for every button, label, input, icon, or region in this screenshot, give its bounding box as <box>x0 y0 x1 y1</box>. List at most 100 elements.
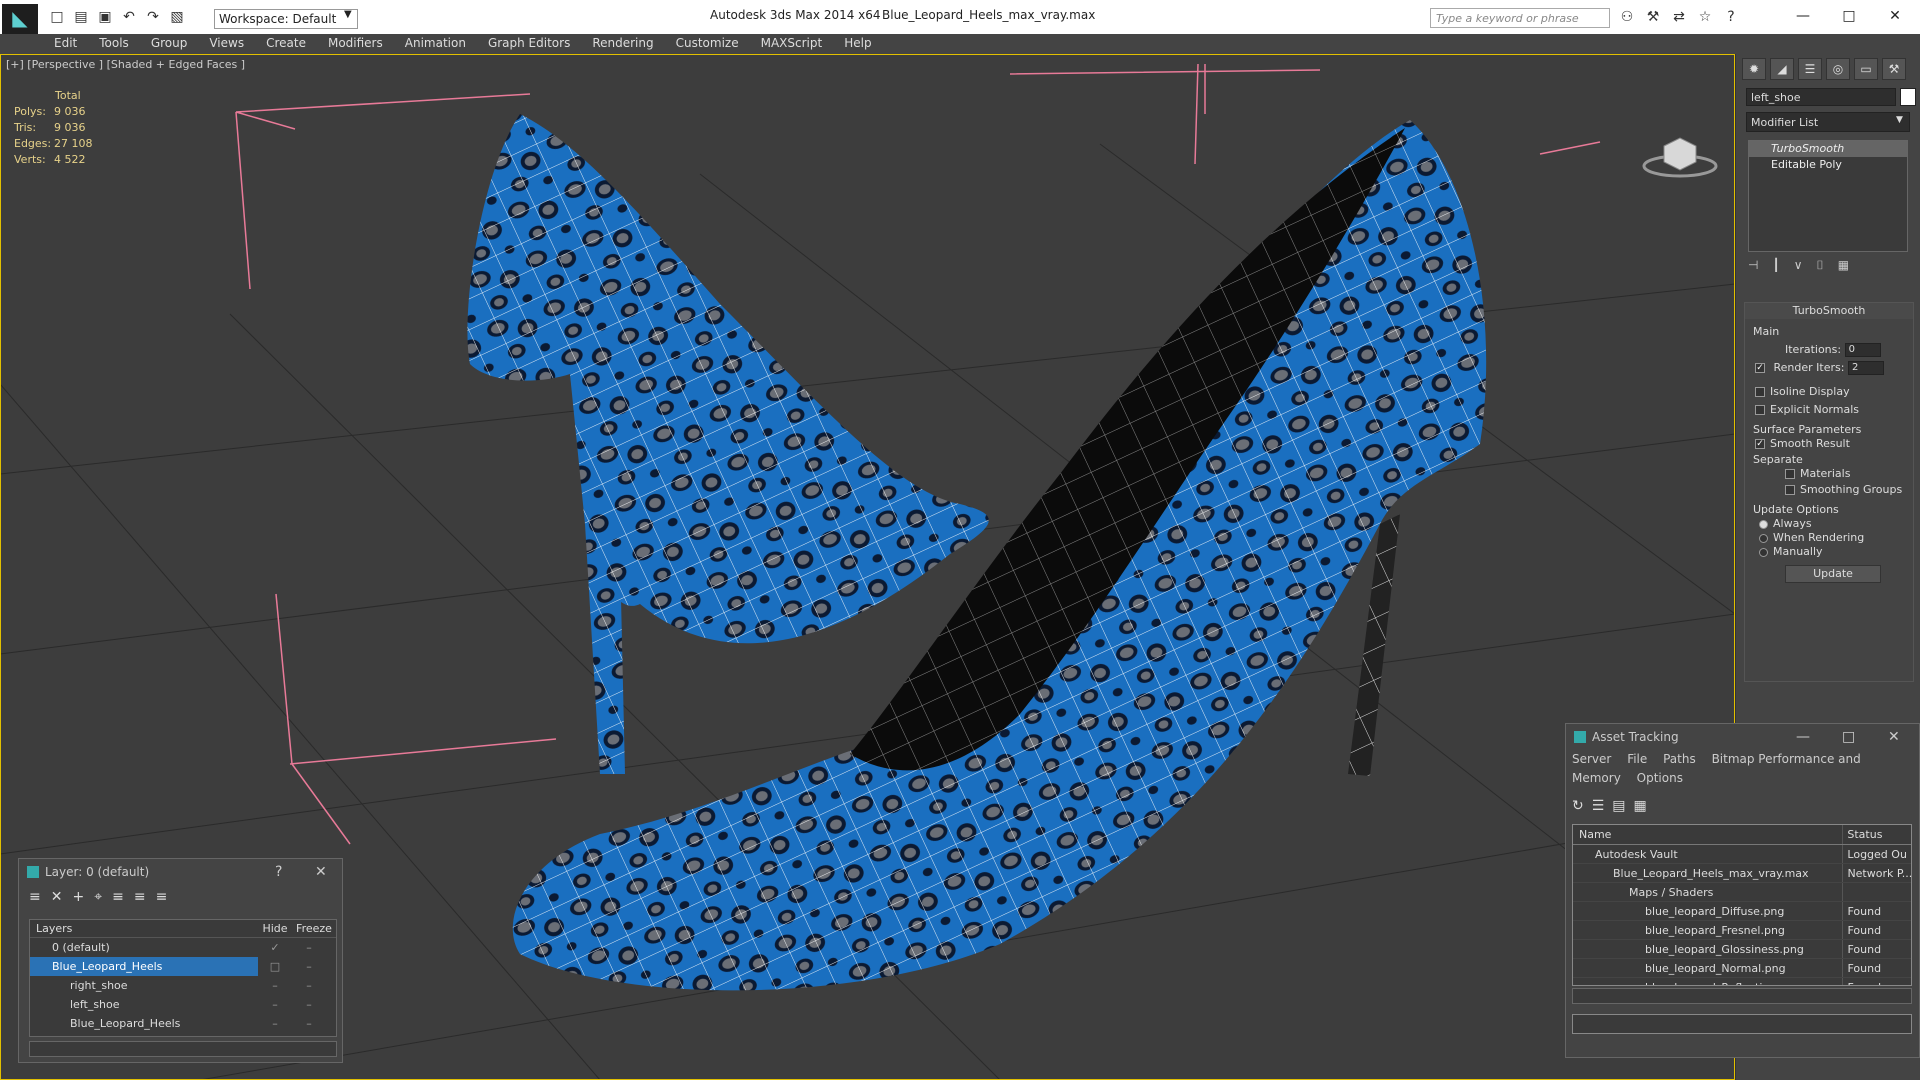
explicit-normals-checkbox[interactable] <box>1755 405 1765 415</box>
layer-row[interactable]: Blue_Leopard_Heels □ – <box>30 957 336 976</box>
asset-row[interactable]: blue_leopard_Normal.png Found <box>1573 959 1911 978</box>
motion-tab-icon[interactable]: ◎ <box>1826 58 1850 80</box>
make-unique-icon[interactable]: ∨ <box>1794 258 1803 273</box>
select-objects-icon[interactable]: ⌖ <box>94 889 102 907</box>
col-hide[interactable]: Hide <box>258 920 292 937</box>
rollout-title[interactable]: TurboSmooth <box>1745 303 1913 319</box>
new-file-icon[interactable]: □ <box>48 8 66 26</box>
hide-toggle-icon[interactable]: – <box>258 976 292 995</box>
viewport-label[interactable]: [+] [Perspective ] [Shaded + Edged Faces… <box>6 58 245 71</box>
add-to-layer-icon[interactable]: + <box>72 889 84 907</box>
menu-customize[interactable]: Customize <box>676 34 739 54</box>
workspace-dropdown[interactable]: Workspace: Default <box>214 9 358 29</box>
menu-group[interactable]: Group <box>151 34 188 54</box>
isoline-checkbox[interactable] <box>1755 387 1765 397</box>
layer-row[interactable]: right_shoe – – <box>30 976 336 995</box>
table-view-icon[interactable]: ▦ <box>1634 798 1647 814</box>
hide-toggle-icon[interactable]: – <box>258 1014 292 1033</box>
hierarchy-tab-icon[interactable]: ☰ <box>1798 58 1822 80</box>
chevron-down-icon[interactable]: ▼ <box>344 9 352 20</box>
close-icon[interactable]: ✕ <box>1888 724 1900 750</box>
hide-toggle-icon[interactable]: – <box>258 995 292 1014</box>
freeze-toggle-icon[interactable]: – <box>292 957 326 976</box>
asset-menu-options[interactable]: Options <box>1637 771 1683 785</box>
menu-help[interactable]: Help <box>844 34 871 54</box>
chevron-down-icon[interactable]: ▼ <box>1896 115 1903 125</box>
maximize-icon[interactable]: □ <box>1826 4 1872 28</box>
menu-maxscript[interactable]: MAXScript <box>761 34 823 54</box>
open-file-icon[interactable]: ▤ <box>72 8 90 26</box>
help-icon[interactable]: ? <box>275 859 282 885</box>
menu-rendering[interactable]: Rendering <box>592 34 653 54</box>
refresh-icon[interactable]: ↻ <box>1572 798 1584 814</box>
search-input[interactable]: Type a keyword or phrase <box>1430 8 1610 28</box>
asset-row[interactable]: Maps / Shaders <box>1573 883 1911 902</box>
minimize-icon[interactable]: — <box>1796 724 1810 750</box>
smooth-result-checkbox[interactable]: ✓ <box>1755 439 1765 449</box>
remove-modifier-icon[interactable]: ⌷ <box>1816 258 1823 273</box>
layer-row[interactable]: left_shoe – – <box>30 995 336 1014</box>
pin-stack-icon[interactable]: ⊣ <box>1748 258 1758 273</box>
list-view-icon[interactable]: ☰ <box>1592 798 1605 814</box>
iterations-spinner[interactable]: 0 <box>1844 343 1881 357</box>
render-iters-spinner[interactable]: 2 <box>1847 361 1884 375</box>
hide-toggle-icon[interactable]: □ <box>258 957 292 976</box>
asset-row[interactable]: blue_leopard_Reflection.pngFound <box>1573 978 1911 985</box>
highlight-layer-icon[interactable]: ≡ <box>112 889 124 907</box>
render-iters-checkbox[interactable]: ✓ <box>1755 363 1765 373</box>
freeze-all-icon[interactable]: ≡ <box>156 889 168 907</box>
delete-layer-icon[interactable]: ✕ <box>51 889 63 907</box>
close-icon[interactable]: ✕ <box>1872 4 1918 28</box>
close-icon[interactable]: ✕ <box>315 859 327 885</box>
checkmark-icon[interactable]: ✓ <box>258 938 292 957</box>
asset-menu-file[interactable]: File <box>1627 752 1647 766</box>
col-status[interactable]: Status <box>1843 825 1911 844</box>
binoculars-icon[interactable]: ⚇ <box>1618 8 1636 26</box>
when-rendering-radio[interactable] <box>1759 533 1768 543</box>
asset-row[interactable]: Blue_Leopard_Heels_max_vray.max Network P… <box>1573 864 1911 883</box>
menu-modifiers[interactable]: Modifiers <box>328 34 383 54</box>
modify-tab-icon[interactable]: ◢ <box>1770 58 1794 80</box>
menu-create[interactable]: Create <box>266 34 306 54</box>
modifier-list-dropdown[interactable]: Modifier List <box>1746 112 1910 132</box>
asset-row[interactable]: blue_leopard_Fresnel.png Found <box>1573 921 1911 940</box>
stack-item-turbosmooth[interactable]: TurboSmooth <box>1749 141 1907 157</box>
menu-graph-editors[interactable]: Graph Editors <box>488 34 570 54</box>
detail-view-icon[interactable]: ▤ <box>1612 798 1625 814</box>
hide-all-icon[interactable]: ≡ <box>134 889 146 907</box>
asset-row[interactable]: blue_leopard_Diffuse.png Found <box>1573 902 1911 921</box>
layer-row[interactable]: Blue_Leopard_Heels – – <box>30 1014 336 1033</box>
maximize-icon[interactable]: □ <box>1842 724 1855 750</box>
new-layer-icon[interactable]: ≡ <box>29 889 41 907</box>
freeze-toggle-icon[interactable]: – <box>292 1014 326 1033</box>
undo-icon[interactable]: ↶ <box>120 8 138 26</box>
always-radio[interactable] <box>1759 519 1768 529</box>
minimize-icon[interactable]: — <box>1780 4 1826 28</box>
layer-row[interactable]: 0 (default) ✓ – <box>30 938 336 957</box>
app-logo-icon[interactable]: ◣ <box>2 4 38 34</box>
materials-checkbox[interactable] <box>1785 469 1795 479</box>
horizontal-scrollbar[interactable] <box>1572 988 1912 1004</box>
project-folder-icon[interactable]: ▧ <box>168 8 186 26</box>
col-layers[interactable]: Layers <box>30 920 258 937</box>
asset-menu-paths[interactable]: Paths <box>1663 752 1696 766</box>
freeze-toggle-icon[interactable]: – <box>292 976 326 995</box>
asset-row[interactable]: Autodesk Vault Logged Ou <box>1573 845 1911 864</box>
horizontal-scrollbar[interactable] <box>29 1041 337 1057</box>
menu-animation[interactable]: Animation <box>405 34 466 54</box>
redo-icon[interactable]: ↷ <box>144 8 162 26</box>
stack-item-editable-poly[interactable]: Editable Poly <box>1749 157 1907 173</box>
configure-sets-icon[interactable]: ▦ <box>1838 258 1849 273</box>
save-icon[interactable]: ▣ <box>96 8 114 26</box>
object-name-field[interactable]: left_shoe <box>1746 88 1896 106</box>
utilities-tab-icon[interactable]: ⚒ <box>1882 58 1906 80</box>
freeze-toggle-icon[interactable]: – <box>292 995 326 1014</box>
create-tab-icon[interactable]: ✹ <box>1742 58 1766 80</box>
smoothing-groups-checkbox[interactable] <box>1785 485 1795 495</box>
asset-row[interactable]: blue_leopard_Glossiness.png Found <box>1573 940 1911 959</box>
help-icon[interactable]: ? <box>1722 8 1740 26</box>
freeze-toggle-icon[interactable]: – <box>292 938 326 957</box>
object-color-swatch[interactable] <box>1900 88 1916 106</box>
key-icon[interactable]: ⚒ <box>1644 8 1662 26</box>
show-end-result-icon[interactable]: ┃ <box>1772 258 1779 273</box>
